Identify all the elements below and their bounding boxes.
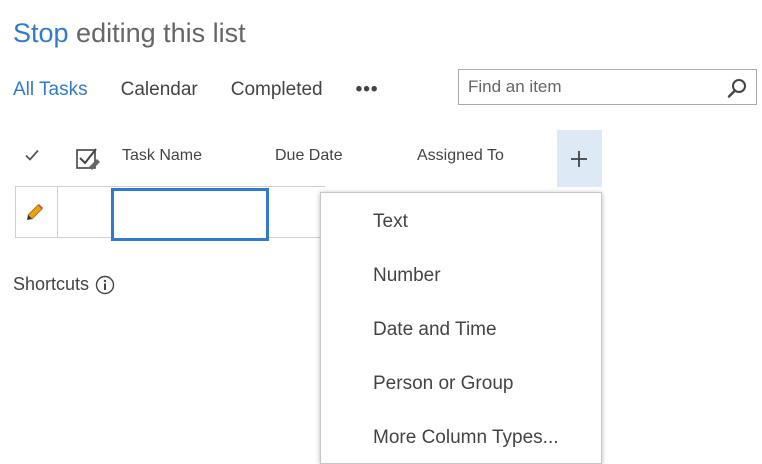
select-all-checkbox-icon[interactable] bbox=[75, 145, 101, 171]
menu-item-date-and-time[interactable]: Date and Time bbox=[373, 319, 497, 341]
view-tabs: All Tasks Calendar Completed ••• bbox=[13, 78, 379, 102]
shortcuts-label: Shortcuts bbox=[13, 274, 90, 294]
more-views-button[interactable]: ••• bbox=[356, 79, 379, 101]
task-name-input[interactable] bbox=[111, 188, 269, 241]
plus-icon bbox=[571, 151, 587, 167]
search-input[interactable] bbox=[468, 76, 718, 98]
page-title-rest: editing this list bbox=[68, 18, 246, 48]
add-column-button[interactable] bbox=[557, 130, 602, 187]
page-title: Stop editing this list bbox=[13, 18, 246, 49]
column-header-due-date[interactable]: Due Date bbox=[275, 147, 343, 165]
column-header-assigned-to[interactable]: Assigned To bbox=[417, 147, 504, 165]
menu-item-more-column-types[interactable]: More Column Types... bbox=[373, 427, 559, 449]
menu-item-text[interactable]: Text bbox=[373, 211, 408, 233]
pencil-icon bbox=[27, 204, 43, 220]
view-tab-completed[interactable]: Completed bbox=[231, 79, 323, 101]
search-icon[interactable] bbox=[727, 78, 747, 98]
menu-item-person-or-group[interactable]: Person or Group bbox=[373, 373, 513, 395]
view-tab-all-tasks[interactable]: All Tasks bbox=[13, 79, 88, 101]
column-type-menu: Text Number Date and Time Person or Grou… bbox=[320, 192, 602, 464]
info-icon bbox=[95, 275, 115, 294]
column-header-task-name[interactable]: Task Name bbox=[122, 147, 202, 165]
stop-editing-link[interactable]: Stop bbox=[13, 18, 69, 48]
edit-indicator-cell bbox=[16, 187, 58, 237]
menu-item-number[interactable]: Number bbox=[373, 265, 441, 287]
shortcuts-link[interactable]: Shortcuts bbox=[13, 274, 115, 295]
checkmark-icon[interactable] bbox=[24, 147, 40, 163]
view-tab-calendar[interactable]: Calendar bbox=[121, 79, 198, 101]
search-box bbox=[458, 69, 757, 105]
